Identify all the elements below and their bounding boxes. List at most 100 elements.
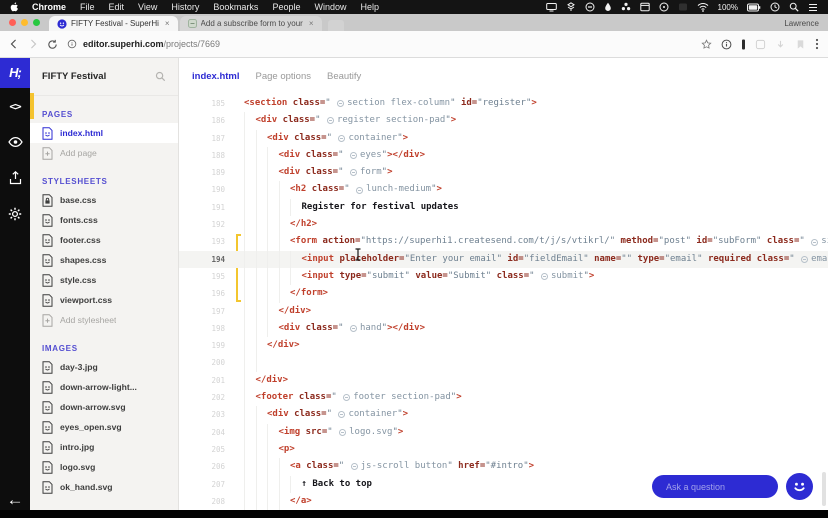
superhi-logo[interactable]: H; bbox=[0, 57, 30, 88]
code-line-185[interactable]: 185 <section class= " section flex-column "… bbox=[179, 95, 828, 112]
menu-item-view[interactable]: View bbox=[131, 2, 164, 12]
class-toggle-icon[interactable] bbox=[350, 463, 358, 471]
code-line-191[interactable]: 191 Register for festival updates bbox=[179, 198, 828, 217]
class-toggle-icon[interactable] bbox=[801, 255, 809, 263]
menu-item-people[interactable]: People bbox=[265, 2, 307, 12]
code-line-198[interactable]: 198 <div class= " hand " ></div> bbox=[179, 319, 828, 338]
window-icon[interactable] bbox=[639, 2, 650, 12]
close-window-button[interactable] bbox=[9, 19, 16, 26]
class-toggle-icon[interactable] bbox=[326, 117, 334, 125]
rail-share-button[interactable] bbox=[0, 160, 30, 196]
reload-icon[interactable] bbox=[47, 39, 58, 50]
dim-icon[interactable] bbox=[678, 2, 688, 12]
menu-item-help[interactable]: Help bbox=[353, 2, 386, 12]
menu-item-window[interactable]: Window bbox=[307, 2, 353, 12]
back-icon[interactable] bbox=[9, 39, 19, 49]
code-line-196[interactable]: 196 </form> bbox=[179, 285, 828, 303]
sidebar-item-shapes-css[interactable]: shapes.css bbox=[30, 250, 178, 270]
sidebar-item-add-page[interactable]: Add page bbox=[30, 143, 178, 163]
browser-tab[interactable]: FIFTY Festival - SuperHi × bbox=[49, 16, 178, 31]
class-toggle-icon[interactable] bbox=[811, 238, 819, 246]
code-line-187[interactable]: 187 <div class= " container " > bbox=[179, 129, 828, 147]
sidebar-item-fonts-css[interactable]: fonts.css bbox=[30, 210, 178, 230]
class-toggle-icon[interactable] bbox=[356, 186, 364, 194]
zoom-window-button[interactable] bbox=[33, 19, 40, 26]
code-line-206[interactable]: 206 <a class= " js-scroll button " href= "#i… bbox=[179, 458, 828, 476]
rail-preview-button[interactable] bbox=[0, 124, 30, 160]
code-line-195[interactable]: 195 <input type= "submit" value= "Submit" c… bbox=[179, 267, 828, 286]
minimize-window-button[interactable] bbox=[21, 19, 28, 26]
sidebar-item-index-html[interactable]: index.html bbox=[30, 123, 178, 143]
extension-disabled2-icon[interactable] bbox=[775, 39, 786, 50]
extension-disabled-icon[interactable] bbox=[755, 39, 766, 50]
class-toggle-icon[interactable] bbox=[338, 411, 346, 419]
code-line-186[interactable]: 186 <div class= " register section-pad " > bbox=[179, 112, 828, 130]
extension-bar-icon[interactable] bbox=[741, 39, 746, 50]
code-line-197[interactable]: 197 </div> bbox=[179, 302, 828, 320]
scrollbar[interactable] bbox=[822, 472, 826, 506]
code-line-201[interactable]: 201 </div> bbox=[179, 371, 828, 390]
sidebar-item-footer-css[interactable]: footer.css bbox=[30, 230, 178, 250]
sidebar-item-style-css[interactable]: style.css bbox=[30, 270, 178, 290]
ask-a-question-button[interactable]: Ask a question bbox=[652, 475, 778, 498]
address-bar[interactable]: editor.superhi.com/projects/7669 bbox=[67, 39, 692, 49]
kebab-menu-icon[interactable] bbox=[815, 38, 819, 50]
new-tab-button[interactable] bbox=[327, 20, 344, 31]
sidebar-item-base-css[interactable]: base.css bbox=[30, 190, 178, 210]
clock-icon[interactable] bbox=[770, 2, 780, 12]
battery-icon[interactable] bbox=[747, 3, 761, 12]
class-toggle-icon[interactable] bbox=[540, 273, 548, 281]
chrome-profile-name[interactable]: Lawrence bbox=[784, 19, 819, 28]
code-area[interactable]: 185 <section class= " section flex-column "… bbox=[179, 95, 828, 518]
circle-icon[interactable] bbox=[659, 2, 669, 12]
rail-code-button[interactable]: <> bbox=[0, 88, 34, 124]
code-line-202[interactable]: 202 <footer class= " footer section-pad " > bbox=[179, 389, 828, 407]
code-line-200[interactable]: 200 bbox=[179, 354, 828, 372]
class-toggle-icon[interactable] bbox=[349, 325, 357, 332]
dnd-icon[interactable] bbox=[585, 2, 595, 12]
sidebar-item-day-3-jpg[interactable]: day-3.jpg bbox=[30, 357, 178, 377]
sidebar-item-down-arrow-light-[interactable]: down-arrow-light... bbox=[30, 377, 178, 397]
class-toggle-icon[interactable] bbox=[349, 152, 357, 160]
menu-item-file[interactable]: File bbox=[73, 2, 102, 12]
petal-icon[interactable] bbox=[621, 2, 631, 12]
beautify-button[interactable]: Beautify bbox=[327, 71, 361, 82]
tab-close-icon[interactable]: × bbox=[165, 19, 170, 28]
code-line-189[interactable]: 189 <div class= " form " > bbox=[179, 164, 828, 182]
tab-close-icon[interactable]: × bbox=[309, 19, 314, 28]
code-line-188[interactable]: 188 <div class= " eyes " ></div> bbox=[179, 146, 828, 165]
display-icon[interactable] bbox=[545, 2, 557, 12]
code-line-199[interactable]: 199 </div> bbox=[179, 337, 828, 355]
rail-settings-button[interactable] bbox=[0, 196, 30, 232]
menu-item-edit[interactable]: Edit bbox=[102, 2, 132, 12]
class-toggle-icon[interactable] bbox=[337, 100, 345, 108]
browser-tab[interactable]: Add a subscribe form to your × bbox=[179, 16, 322, 31]
class-toggle-icon[interactable] bbox=[343, 394, 351, 402]
code-line-190[interactable]: 190 <h2 class= " lunch-medium " > bbox=[179, 181, 828, 199]
menu-item-history[interactable]: History bbox=[164, 2, 206, 12]
sidebar-item-logo-svg[interactable]: logo.svg bbox=[30, 457, 178, 477]
help-smiley-button[interactable] bbox=[786, 473, 813, 500]
sidebar-item-intro-jpg[interactable]: intro.jpg bbox=[30, 437, 178, 457]
sidebar-item-eyes-open-svg[interactable]: eyes_open.svg bbox=[30, 417, 178, 437]
wifi-icon[interactable] bbox=[697, 2, 709, 12]
bookmark-star-icon[interactable] bbox=[701, 38, 712, 50]
menu-item-chrome[interactable]: Chrome bbox=[25, 2, 73, 12]
class-toggle-icon[interactable] bbox=[338, 134, 346, 142]
code-line-193[interactable]: 193 <form action= "https://superhi1.create… bbox=[179, 233, 828, 251]
code-line-203[interactable]: 203 <div class= " container " > bbox=[179, 406, 828, 424]
sidebar-item-viewport-css[interactable]: viewport.css bbox=[30, 290, 178, 310]
sidebar-item-down-arrow-svg[interactable]: down-arrow.svg bbox=[30, 397, 178, 417]
code-line-192[interactable]: 192 </h2> bbox=[179, 216, 828, 234]
class-toggle-icon[interactable] bbox=[349, 169, 357, 177]
back-arrow-button[interactable]: ← bbox=[0, 491, 30, 508]
code-line-204[interactable]: 204 <img src= " logo.svg " > bbox=[179, 423, 828, 441]
page-options-button[interactable]: Page options bbox=[256, 71, 311, 82]
drop-icon[interactable] bbox=[604, 2, 612, 12]
search-icon[interactable] bbox=[789, 2, 799, 12]
extension-info-icon[interactable] bbox=[721, 39, 732, 50]
editor-tab-filename[interactable]: index.html bbox=[192, 71, 240, 82]
code-line-205[interactable]: 205 <p> bbox=[179, 440, 828, 459]
class-toggle-icon[interactable] bbox=[339, 428, 347, 436]
list-icon[interactable] bbox=[808, 3, 818, 12]
